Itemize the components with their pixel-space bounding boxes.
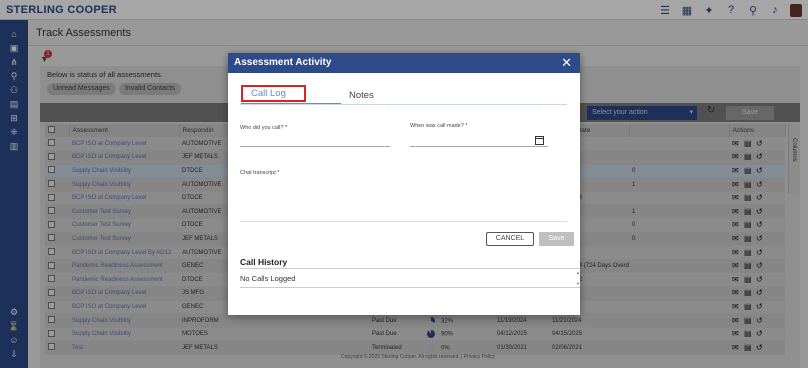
tab-call-log[interactable]: Call Log bbox=[251, 88, 286, 99]
tab-divider bbox=[240, 104, 567, 105]
who-called-label: Who did you call? * bbox=[240, 125, 288, 131]
call-history-empty: No Calls Logged bbox=[240, 274, 296, 283]
transcript-input[interactable] bbox=[240, 221, 567, 222]
assessment-activity-modal: Assessment Activity ✕ Call Log Notes Who… bbox=[228, 53, 580, 315]
who-called-input[interactable] bbox=[240, 146, 390, 147]
call-history-title: Call History bbox=[240, 257, 288, 267]
modal-save-button[interactable]: Save bbox=[539, 232, 574, 246]
calendar-icon[interactable] bbox=[535, 136, 544, 145]
scroll-down-icon[interactable]: ▼ bbox=[576, 281, 580, 286]
cancel-button[interactable]: CANCEL bbox=[486, 232, 534, 246]
modal-header: Assessment Activity ✕ bbox=[228, 53, 580, 73]
call-date-input[interactable] bbox=[410, 146, 548, 147]
close-icon[interactable]: ✕ bbox=[561, 55, 572, 71]
transcript-label: Chat transcript * bbox=[240, 170, 280, 176]
call-date-label: When was call made? * bbox=[410, 123, 468, 129]
scroll-up-icon[interactable]: ▲ bbox=[576, 270, 580, 275]
call-history-list[interactable]: No Calls Logged ▲ ▼ bbox=[240, 268, 580, 288]
tab-notes[interactable]: Notes bbox=[349, 90, 374, 101]
modal-title: Assessment Activity bbox=[234, 57, 332, 68]
